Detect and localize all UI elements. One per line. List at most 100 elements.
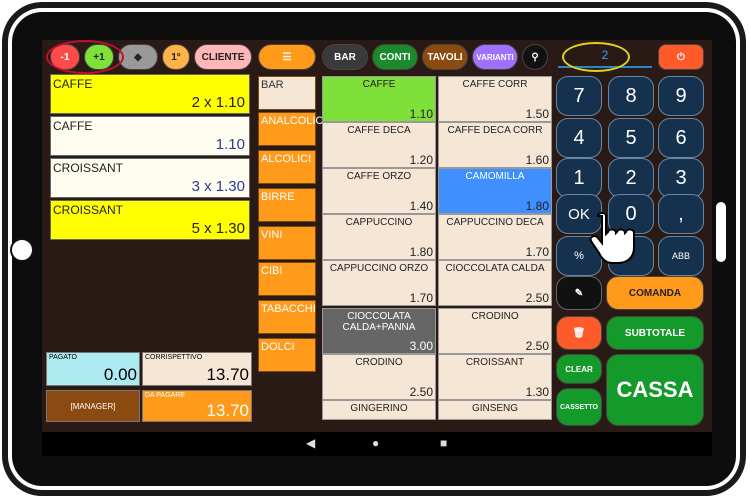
diamond-button[interactable]: ◆ xyxy=(118,44,158,70)
search-button[interactable]: ⚲ xyxy=(522,44,548,70)
product-name: CAFFE DECA CORR xyxy=(447,125,543,136)
android-navbar: ◀ ● ■ xyxy=(42,432,712,456)
product-button[interactable]: CAFFE 1.10 xyxy=(322,76,436,122)
key-9[interactable]: 9 xyxy=(658,76,704,116)
product-button[interactable]: CAMOMILLA 1.80 xyxy=(438,168,552,214)
order-item-name: CAFFE xyxy=(53,119,93,133)
product-price: 1.60 xyxy=(525,153,549,167)
annotation-circle xyxy=(562,42,630,72)
product-price: 1.20 xyxy=(409,153,433,167)
order-item-name: CROISSANT xyxy=(53,203,124,217)
order-item-qty: 3 x 1.30 xyxy=(191,178,245,195)
key-8[interactable]: 8 xyxy=(608,76,654,116)
product-price: 1.70 xyxy=(409,291,433,305)
power-button[interactable]: ⏻ xyxy=(658,44,704,70)
product-button[interactable]: GINGERINO xyxy=(322,400,436,420)
order-item-name: CROISSANT xyxy=(53,161,124,175)
key-6[interactable]: 6 xyxy=(658,118,704,158)
pagato-box: PAGATO 0.00 xyxy=(46,352,140,386)
key-abb[interactable]: ABB xyxy=(658,236,704,276)
da-pagare-label: DA PAGARE xyxy=(145,392,185,399)
product-button[interactable]: CAFFE CORR 1.50 xyxy=(438,76,552,122)
edit-button[interactable]: ✎ xyxy=(556,276,602,310)
product-button[interactable]: CRODINO 2.50 xyxy=(438,308,552,354)
product-button[interactable]: CRODINO 2.50 xyxy=(322,354,436,400)
cassa-button[interactable]: CASSA xyxy=(606,354,704,426)
order-item[interactable]: CAFFE 1.10 xyxy=(50,116,250,156)
product-price: 1.70 xyxy=(525,245,549,259)
product-price: 1.10 xyxy=(409,107,433,121)
back-icon[interactable]: ◀ xyxy=(306,436,315,450)
key-comma[interactable]: , xyxy=(658,194,704,234)
tavoli-button[interactable]: TAVOLI xyxy=(422,44,468,70)
key-4[interactable]: 4 xyxy=(556,118,602,158)
product-button[interactable]: CAFFE DECA 1.20 xyxy=(322,122,436,168)
product-name: CAFFE DECA xyxy=(347,125,411,136)
product-price: 1.80 xyxy=(525,199,549,213)
list-button[interactable]: ☰ xyxy=(258,44,316,70)
order-item-qty: 1.10 xyxy=(215,136,245,153)
subtotale-button[interactable]: SUBTOTALE xyxy=(606,316,704,350)
pencil-icon: ✎ xyxy=(574,287,584,299)
category-bar[interactable]: BAR xyxy=(258,76,316,110)
category-tabacchi[interactable]: TABACCHI xyxy=(258,300,316,334)
key-3[interactable]: 3 xyxy=(658,158,704,198)
corrispettivo-box: CORRISPETTIVO 13.70 xyxy=(142,352,252,386)
pagato-label: PAGATO xyxy=(49,354,78,361)
product-button[interactable]: CIOCCOLATA CALDA 2.50 xyxy=(438,260,552,306)
product-button[interactable]: CAPPUCCINO 1.80 xyxy=(322,214,436,260)
product-price: 1.40 xyxy=(409,199,433,213)
product-name: CAFFE xyxy=(362,79,396,90)
product-button[interactable]: GINSENG xyxy=(438,400,552,420)
bar-button[interactable]: BAR xyxy=(322,44,368,70)
list-icon: ☰ xyxy=(282,51,292,63)
product-button[interactable]: CROISSANT 1.30 xyxy=(438,354,552,400)
product-price: 1.80 xyxy=(409,245,433,259)
product-button[interactable]: CIOCCOLATA CALDA+PANNA 3.00 xyxy=(322,308,436,354)
varianti-button[interactable]: VARIANTI xyxy=(472,44,518,70)
comanda-button[interactable]: COMANDA xyxy=(606,276,704,310)
product-price: 2.50 xyxy=(525,291,549,305)
search-icon: ⚲ xyxy=(531,51,539,63)
product-name: GINSENG xyxy=(471,403,519,414)
product-name: CAPPUCCINO DECA xyxy=(446,217,544,228)
order-item[interactable]: CROISSANT 3 x 1.30 xyxy=(50,158,250,198)
power-icon: ⏻ xyxy=(677,51,685,63)
category-cibi[interactable]: CIBI xyxy=(258,262,316,296)
cliente-button[interactable]: CLIENTE xyxy=(194,44,252,70)
product-button[interactable]: CAFFE ORZO 1.40 xyxy=(322,168,436,214)
home-icon[interactable]: ● xyxy=(372,436,379,450)
order-item[interactable]: CROISSANT 5 x 1.30 xyxy=(50,200,250,240)
category-alcolici[interactable]: ALCOLICI xyxy=(258,150,316,184)
category-vini[interactable]: VINI xyxy=(258,226,316,260)
product-button[interactable]: CAPPUCCINO ORZO 1.70 xyxy=(322,260,436,306)
product-button[interactable]: CAPPUCCINO DECA 1.70 xyxy=(438,214,552,260)
order-item-qty: 2 x 1.10 xyxy=(191,94,245,111)
product-price: 1.50 xyxy=(525,107,549,121)
product-name: CROISSANT xyxy=(465,357,525,368)
delete-button[interactable]: 🗑 xyxy=(556,316,602,350)
product-button[interactable]: CAFFE DECA CORR 1.60 xyxy=(438,122,552,168)
order-item[interactable]: CAFFE 2 x 1.10 xyxy=(50,74,250,114)
category-birre[interactable]: BIRRE xyxy=(258,188,316,222)
home-button[interactable] xyxy=(10,238,34,262)
manager-button[interactable]: [MANAGER] xyxy=(46,390,140,422)
clear-button[interactable]: CLEAR xyxy=(556,354,602,384)
diamond-icon: ◆ xyxy=(134,51,142,63)
key-5[interactable]: 5 xyxy=(608,118,654,158)
trash-icon: 🗑 xyxy=(572,327,586,339)
course-button[interactable]: 1° xyxy=(162,44,190,70)
recents-icon[interactable]: ■ xyxy=(440,436,447,450)
category-analcolici[interactable]: ANALCOLICI xyxy=(258,112,326,146)
key-7[interactable]: 7 xyxy=(556,76,602,116)
category-dolci[interactable]: DOLCI xyxy=(258,338,316,372)
side-button[interactable] xyxy=(716,202,726,262)
conti-button[interactable]: CONTI xyxy=(372,44,418,70)
manager-label: [MANAGER] xyxy=(70,401,116,411)
key-2[interactable]: 2 xyxy=(608,158,654,198)
cassetto-button[interactable]: CASSETTO xyxy=(556,388,602,426)
product-price: 2.50 xyxy=(525,339,549,353)
pagato-value: 0.00 xyxy=(103,365,137,384)
key-1[interactable]: 1 xyxy=(556,158,602,198)
da-pagare-value: 13.70 xyxy=(206,401,249,420)
